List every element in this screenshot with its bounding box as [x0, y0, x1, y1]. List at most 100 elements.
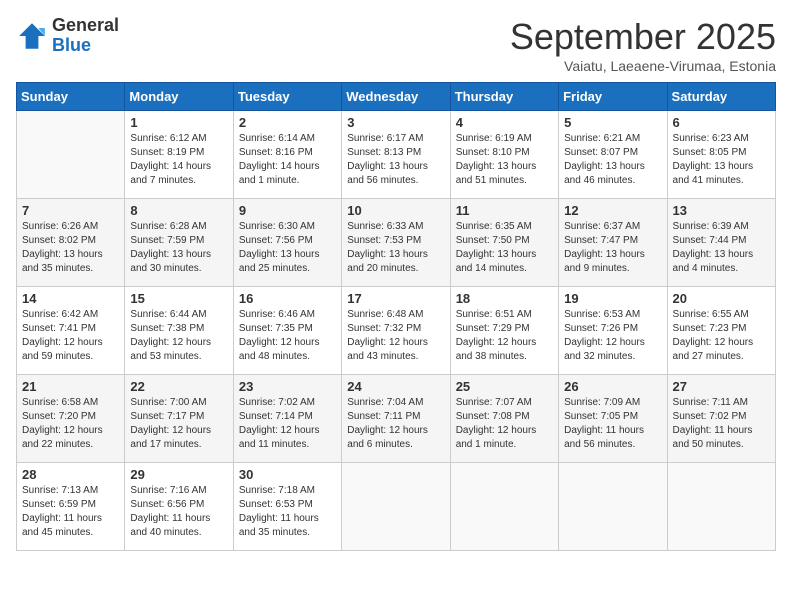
day-info: Sunrise: 6:46 AMSunset: 7:35 PMDaylight:…: [239, 308, 336, 364]
logo-text: General Blue: [52, 16, 119, 56]
day-number: 10: [347, 203, 444, 218]
calendar-cell: 3Sunrise: 6:17 AMSunset: 8:13 PMDaylight…: [342, 111, 450, 199]
day-number: 7: [22, 203, 119, 218]
day-info: Sunrise: 6:53 AMSunset: 7:26 PMDaylight:…: [564, 308, 661, 364]
calendar-cell: [450, 463, 558, 551]
day-info: Sunrise: 6:28 AMSunset: 7:59 PMDaylight:…: [130, 220, 227, 276]
calendar-cell: 25Sunrise: 7:07 AMSunset: 7:08 PMDayligh…: [450, 375, 558, 463]
day-info: Sunrise: 6:30 AMSunset: 7:56 PMDaylight:…: [239, 220, 336, 276]
day-info: Sunrise: 6:19 AMSunset: 8:10 PMDaylight:…: [456, 132, 553, 188]
day-number: 28: [22, 467, 119, 482]
title-block: September 2025 Vaiatu, Laeaene-Virumaa, …: [510, 16, 776, 74]
calendar-cell: [342, 463, 450, 551]
day-info: Sunrise: 7:02 AMSunset: 7:14 PMDaylight:…: [239, 396, 336, 452]
day-number: 12: [564, 203, 661, 218]
weekday-header-friday: Friday: [559, 83, 667, 111]
day-number: 13: [673, 203, 770, 218]
logo: General Blue: [16, 16, 119, 56]
calendar-cell: 8 Sunrise: 6:28 AMSunset: 7:59 PMDaylight…: [125, 199, 233, 287]
day-number: 3: [347, 115, 444, 130]
day-number: 2: [239, 115, 336, 130]
calendar-cell: 11 Sunrise: 6:35 AMSunset: 7:50 PMDayligh…: [450, 199, 558, 287]
day-number: 27: [673, 379, 770, 394]
calendar-cell: 2 Sunrise: 6:14 AMSunset: 8:16 PMDaylight…: [233, 111, 341, 199]
day-info: Sunrise: 6:55 AMSunset: 7:23 PMDaylight:…: [673, 308, 770, 364]
calendar-week-row: 1 Sunrise: 6:12 AMSunset: 8:19 PMDaylight…: [17, 111, 776, 199]
calendar-cell: 27 Sunrise: 7:11 AMSunset: 7:02 PMDayligh…: [667, 375, 775, 463]
day-info: Sunrise: 6:48 AMSunset: 7:32 PMDaylight:…: [347, 308, 444, 364]
weekday-header-saturday: Saturday: [667, 83, 775, 111]
day-number: 1: [130, 115, 227, 130]
calendar-cell: 21Sunrise: 6:58 AMSunset: 7:20 PMDayligh…: [17, 375, 125, 463]
calendar-cell: 10 Sunrise: 6:33 AMSunset: 7:53 PMDayligh…: [342, 199, 450, 287]
day-number: 17: [347, 291, 444, 306]
day-number: 23: [239, 379, 336, 394]
calendar-cell: 30Sunrise: 7:18 AMSunset: 6:53 PMDayligh…: [233, 463, 341, 551]
weekday-header-thursday: Thursday: [450, 83, 558, 111]
month-title: September 2025: [510, 16, 776, 58]
day-number: 25: [456, 379, 553, 394]
day-info: Sunrise: 6:35 AMSunset: 7:50 PMDaylight:…: [456, 220, 553, 276]
day-info: Sunrise: 7:18 AMSunset: 6:53 PMDaylight:…: [239, 484, 336, 540]
calendar-cell: [667, 463, 775, 551]
calendar-header-row: SundayMondayTuesdayWednesdayThursdayFrid…: [17, 83, 776, 111]
day-number: 16: [239, 291, 336, 306]
calendar-cell: 17 Sunrise: 6:48 AMSunset: 7:32 PMDayligh…: [342, 287, 450, 375]
day-info: Sunrise: 6:37 AMSunset: 7:47 PMDaylight:…: [564, 220, 661, 276]
weekday-header-monday: Monday: [125, 83, 233, 111]
day-info: Sunrise: 6:14 AMSunset: 8:16 PMDaylight:…: [239, 132, 336, 188]
day-number: 19: [564, 291, 661, 306]
weekday-header-wednesday: Wednesday: [342, 83, 450, 111]
day-info: Sunrise: 7:11 AMSunset: 7:02 PMDaylight:…: [673, 396, 770, 452]
calendar-cell: 14Sunrise: 6:42 AMSunset: 7:41 PMDayligh…: [17, 287, 125, 375]
day-number: 22: [130, 379, 227, 394]
calendar-cell: 4Sunrise: 6:19 AMSunset: 8:10 PMDaylight…: [450, 111, 558, 199]
calendar-cell: 20 Sunrise: 6:55 AMSunset: 7:23 PMDayligh…: [667, 287, 775, 375]
calendar-cell: [559, 463, 667, 551]
calendar-cell: [17, 111, 125, 199]
calendar-week-row: 21Sunrise: 6:58 AMSunset: 7:20 PMDayligh…: [17, 375, 776, 463]
day-info: Sunrise: 7:04 AMSunset: 7:11 PMDaylight:…: [347, 396, 444, 452]
day-info: Sunrise: 7:16 AMSunset: 6:56 PMDaylight:…: [130, 484, 227, 540]
calendar-cell: 18 Sunrise: 6:51 AMSunset: 7:29 PMDayligh…: [450, 287, 558, 375]
calendar-cell: 6 Sunrise: 6:23 AMSunset: 8:05 PMDaylight…: [667, 111, 775, 199]
day-number: 14: [22, 291, 119, 306]
calendar-cell: 28 Sunrise: 7:13 AMSunset: 6:59 PMDayligh…: [17, 463, 125, 551]
day-info: Sunrise: 7:09 AMSunset: 7:05 PMDaylight:…: [564, 396, 661, 452]
weekday-header-sunday: Sunday: [17, 83, 125, 111]
calendar-cell: 1 Sunrise: 6:12 AMSunset: 8:19 PMDaylight…: [125, 111, 233, 199]
day-number: 26: [564, 379, 661, 394]
day-number: 6: [673, 115, 770, 130]
logo-icon: [16, 20, 48, 52]
day-number: 20: [673, 291, 770, 306]
day-info: Sunrise: 7:00 AMSunset: 7:17 PMDaylight:…: [130, 396, 227, 452]
day-info: Sunrise: 6:51 AMSunset: 7:29 PMDaylight:…: [456, 308, 553, 364]
calendar-cell: 12 Sunrise: 6:37 AMSunset: 7:47 PMDayligh…: [559, 199, 667, 287]
day-info: Sunrise: 6:39 AMSunset: 7:44 PMDaylight:…: [673, 220, 770, 276]
calendar-cell: 29 Sunrise: 7:16 AMSunset: 6:56 PMDayligh…: [125, 463, 233, 551]
day-info: Sunrise: 6:12 AMSunset: 8:19 PMDaylight:…: [130, 132, 227, 188]
day-number: 21: [22, 379, 119, 394]
day-number: 5: [564, 115, 661, 130]
calendar-cell: 16 Sunrise: 6:46 AMSunset: 7:35 PMDayligh…: [233, 287, 341, 375]
calendar-cell: 15Sunrise: 6:44 AMSunset: 7:38 PMDayligh…: [125, 287, 233, 375]
calendar-cell: 26 Sunrise: 7:09 AMSunset: 7:05 PMDayligh…: [559, 375, 667, 463]
day-info: Sunrise: 6:26 AMSunset: 8:02 PMDaylight:…: [22, 220, 119, 276]
day-number: 8: [130, 203, 227, 218]
day-info: Sunrise: 6:23 AMSunset: 8:05 PMDaylight:…: [673, 132, 770, 188]
calendar-table: SundayMondayTuesdayWednesdayThursdayFrid…: [16, 82, 776, 551]
page-header: General Blue September 2025 Vaiatu, Laea…: [16, 16, 776, 74]
day-number: 15: [130, 291, 227, 306]
calendar-cell: 23 Sunrise: 7:02 AMSunset: 7:14 PMDayligh…: [233, 375, 341, 463]
calendar-cell: 24Sunrise: 7:04 AMSunset: 7:11 PMDayligh…: [342, 375, 450, 463]
calendar-week-row: 28 Sunrise: 7:13 AMSunset: 6:59 PMDayligh…: [17, 463, 776, 551]
day-info: Sunrise: 6:33 AMSunset: 7:53 PMDaylight:…: [347, 220, 444, 276]
day-number: 29: [130, 467, 227, 482]
day-number: 18: [456, 291, 553, 306]
day-info: Sunrise: 7:13 AMSunset: 6:59 PMDaylight:…: [22, 484, 119, 540]
calendar-cell: 9Sunrise: 6:30 AMSunset: 7:56 PMDaylight…: [233, 199, 341, 287]
calendar-week-row: 14Sunrise: 6:42 AMSunset: 7:41 PMDayligh…: [17, 287, 776, 375]
calendar-cell: 13 Sunrise: 6:39 AMSunset: 7:44 PMDayligh…: [667, 199, 775, 287]
day-info: Sunrise: 6:21 AMSunset: 8:07 PMDaylight:…: [564, 132, 661, 188]
day-number: 11: [456, 203, 553, 218]
